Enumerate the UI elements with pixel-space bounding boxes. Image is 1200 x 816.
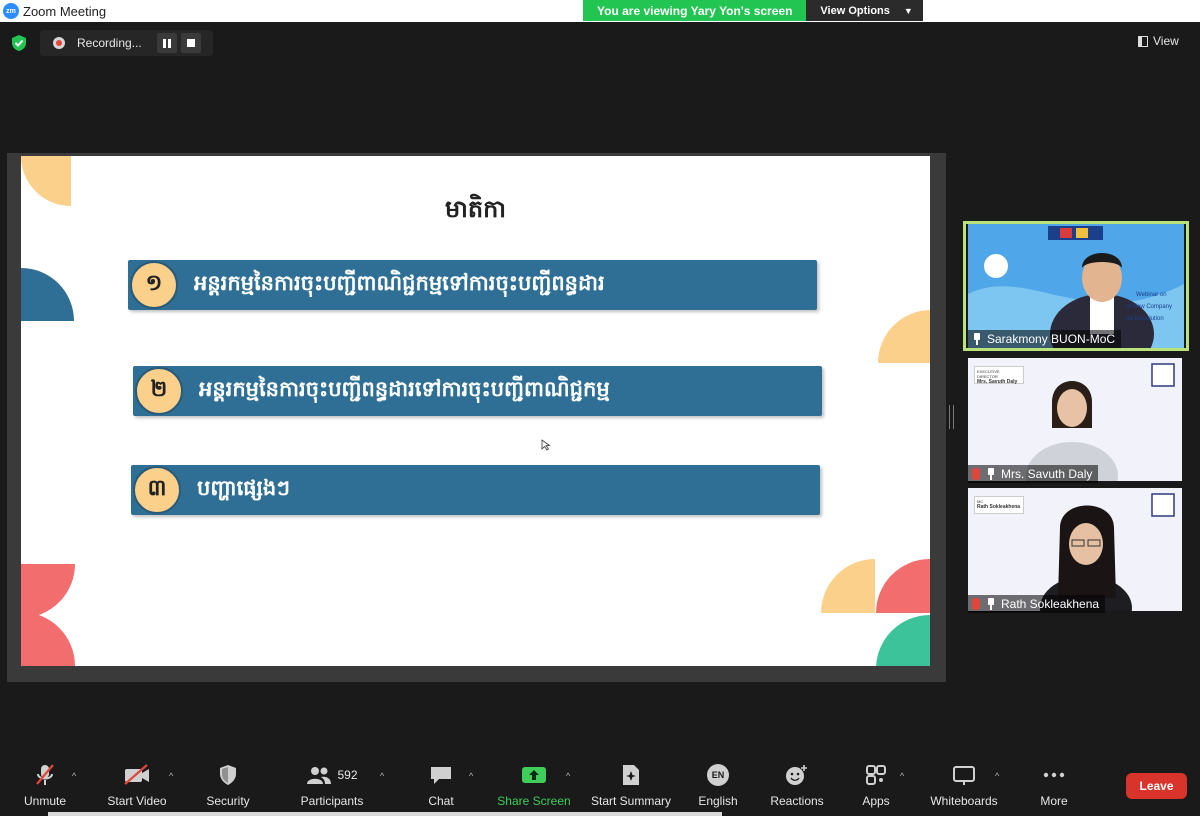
agenda-text: អន្តរកម្មនៃការចុះបញ្ជីពាណិជ្ជកម្មទៅការចុ… (194, 270, 605, 295)
chat-label: Chat (428, 794, 454, 808)
leave-meeting-button[interactable]: Leave (1126, 773, 1187, 799)
slide-decoration (821, 559, 930, 666)
viewing-banner: You are viewing Yary Yon's screen View O… (583, 0, 923, 21)
start-video-label: Start Video (107, 794, 167, 808)
participant-name: Mrs. Savuth Daly (1001, 467, 1093, 481)
share-screen-button[interactable]: Share Screen (479, 760, 589, 808)
participant-name-label: Mrs. Savuth Daly (968, 465, 1099, 483)
name-tag-name: Rath Sokleakhena (977, 504, 1021, 510)
smiley-plus-icon (785, 760, 809, 790)
chat-options-caret-icon[interactable]: ^ (469, 771, 473, 781)
reactions-label: Reactions (770, 794, 824, 808)
more-label: More (1040, 794, 1068, 808)
participants-button[interactable]: 592 Participants (277, 760, 387, 808)
whiteboard-icon (952, 760, 976, 790)
apps-options-caret-icon[interactable]: ^ (900, 771, 904, 781)
encryption-shield-icon[interactable] (10, 34, 28, 52)
more-button[interactable]: More (999, 760, 1109, 808)
pause-icon (163, 38, 171, 48)
slide-caption: of New Company (1126, 304, 1173, 310)
name-tag-role: EXECUTIVE DIRECTOR (977, 369, 1000, 379)
participants-count: 592 (337, 768, 358, 782)
meeting-toolbar: Unmute ^ Start Video ^ Security 592 Part… (0, 760, 1200, 816)
pin-icon (986, 598, 995, 610)
stop-icon (187, 39, 195, 47)
agenda-text: អន្តរកម្មនៃការចុះបញ្ជីពន្ធដារទៅការចុះបញ្… (199, 376, 610, 401)
view-options-label: View Options (820, 4, 890, 17)
apps-icon (865, 760, 887, 790)
slide-caption: nd Dissolution (1126, 316, 1164, 322)
participants-options-caret-icon[interactable]: ^ (380, 771, 384, 781)
view-button[interactable]: View (1138, 34, 1179, 48)
agenda-number: ២ (135, 367, 183, 415)
participant-name: Sarakmony BUON-MoC (987, 332, 1116, 346)
participant-video-tile[interactable]: EXECUTIVE DIRECTOR Mrs. Savuth Daly Mrs.… (963, 355, 1189, 485)
participants-icon-group: 592 (306, 760, 358, 790)
stop-recording-button[interactable] (181, 33, 201, 53)
participant-video: MC Rath Sokleakhena (968, 488, 1182, 611)
apps-label: Apps (862, 794, 890, 808)
slide-caption: Webinar on (1136, 292, 1167, 298)
mic-muted-icon (972, 598, 980, 610)
mic-muted-icon (972, 468, 980, 480)
slide-agenda-item: ២ អន្តរកម្មនៃការចុះបញ្ជីពន្ធដារទៅការចុះប… (133, 366, 822, 416)
name-tag-card: MC Rath Sokleakhena (974, 496, 1024, 514)
participant-name-label: Sarakmony BUON-MoC (968, 330, 1122, 348)
more-dots-icon (1042, 760, 1066, 790)
slide-decoration (21, 564, 75, 666)
language-badge-icon: EN (707, 764, 729, 786)
panel-resize-handle[interactable] (949, 405, 954, 429)
zoom-logo-icon: zm (3, 3, 19, 19)
participant-video-tile[interactable]: Webinar on of New Company nd Dissolution… (963, 221, 1189, 351)
english-label: English (698, 794, 738, 808)
pin-icon (972, 333, 981, 345)
slide-agenda-item: ១ អន្តរកម្មនៃការចុះបញ្ជីពាណិជ្ជកម្មទៅការ… (128, 260, 817, 310)
unmute-label: Unmute (23, 794, 67, 808)
share-screen-icon (521, 760, 547, 790)
share-options-caret-icon[interactable]: ^ (566, 771, 570, 781)
security-label: Security (206, 794, 250, 808)
slide-agenda-item: ៣ បញ្ហាផ្សេងៗ (131, 465, 820, 515)
view-button-label: View (1153, 34, 1179, 48)
slide-decoration (21, 268, 74, 321)
pin-icon (986, 468, 995, 480)
agenda-text: បញ្ហាផ្សេងៗ (197, 475, 291, 500)
recording-indicator: Recording... (40, 30, 213, 56)
pause-recording-button[interactable] (157, 33, 177, 53)
video-off-icon (123, 760, 151, 790)
recording-label: Recording... (77, 36, 142, 50)
view-layout-icon (1138, 35, 1148, 47)
start-summary-label: Start Summary (590, 794, 671, 808)
shared-slide: មាតិកា ១ អន្តរកម្មនៃការចុះបញ្ជីពាណិជ្ជកម… (21, 156, 930, 666)
share-screen-label: Share Screen (497, 794, 571, 808)
microphone-muted-icon (34, 760, 56, 790)
shield-icon (218, 760, 238, 790)
participant-name-label: Rath Sokleakhena (968, 595, 1106, 613)
participant-video: EXECUTIVE DIRECTOR Mrs. Savuth Daly (968, 358, 1182, 481)
recording-dot-icon (53, 37, 65, 49)
participant-name: Rath Sokleakhena (1001, 597, 1100, 611)
agenda-number: ៣ (133, 466, 181, 514)
security-button[interactable]: Security (173, 760, 283, 808)
participants-icon (307, 767, 332, 784)
window-title: Zoom Meeting (23, 3, 107, 19)
name-tag-card: EXECUTIVE DIRECTOR Mrs. Savuth Daly (974, 366, 1024, 385)
viewing-status-text: You are viewing Yary Yon's screen (583, 0, 807, 21)
chevron-down-icon: ▼ (903, 5, 913, 16)
agenda-number: ១ (130, 261, 178, 309)
participant-video-tile[interactable]: MC Rath Sokleakhena Rath Sokleakhena (963, 485, 1189, 615)
participants-label: Participants (300, 794, 364, 808)
summary-sparkle-icon (620, 760, 642, 790)
slide-decoration (878, 310, 930, 363)
horizontal-scrollbar[interactable] (48, 812, 722, 816)
language-icon: EN (707, 760, 729, 790)
whiteboards-label: Whiteboards (930, 794, 998, 808)
name-tag-name: Mrs. Savuth Daly (977, 379, 1018, 385)
chat-bubble-icon (429, 760, 453, 790)
mouse-cursor-icon (541, 439, 551, 451)
audio-options-caret-icon[interactable]: ^ (72, 771, 76, 781)
view-options-button[interactable]: View Options ▼ (806, 0, 923, 21)
slide-title: មាតិកា (445, 195, 506, 223)
